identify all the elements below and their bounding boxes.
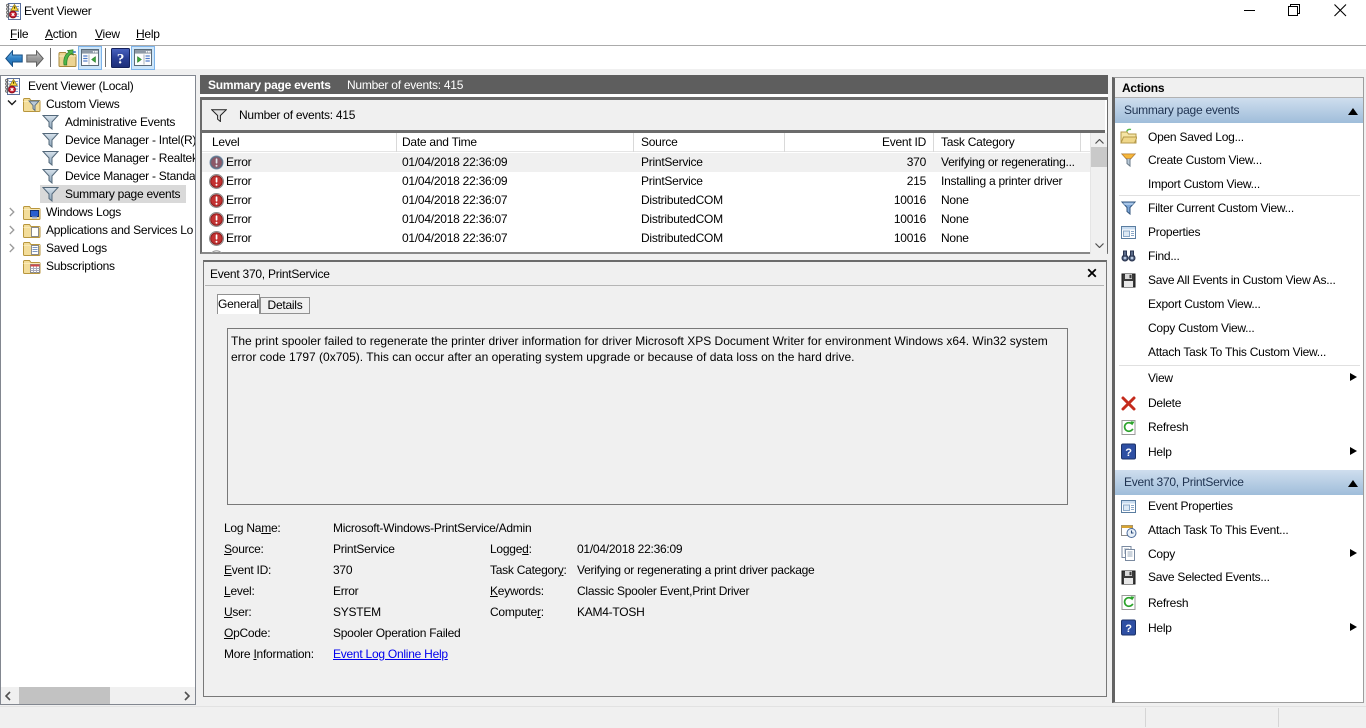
- svg-text:?: ?: [1125, 623, 1132, 635]
- svg-text:?: ?: [1125, 447, 1132, 459]
- svg-text:?: ?: [117, 52, 124, 68]
